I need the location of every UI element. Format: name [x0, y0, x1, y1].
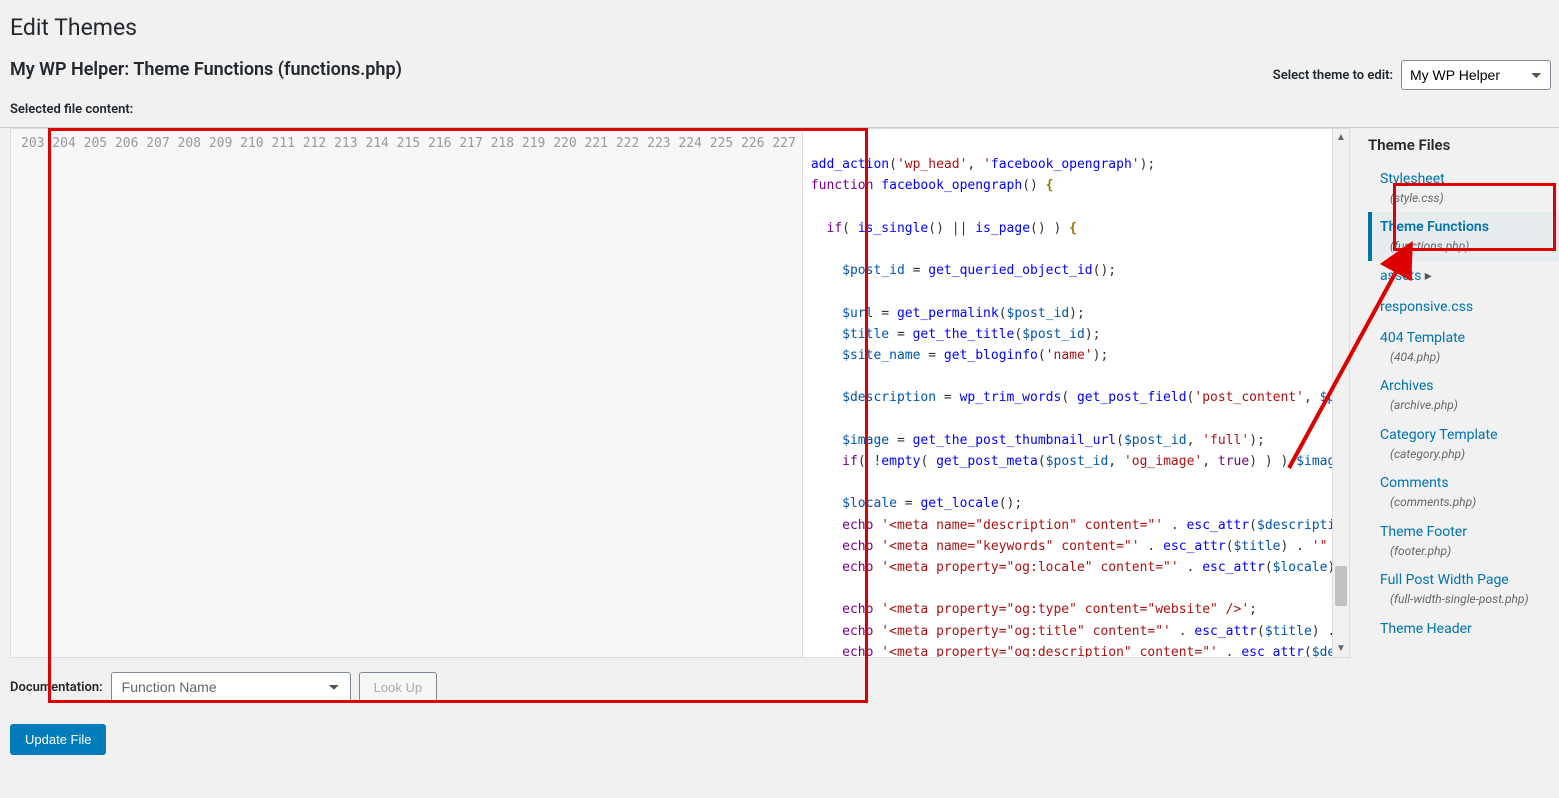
documentation-row: Documentation: Function Name Look Up — [0, 658, 1559, 710]
theme-select-dropdown[interactable]: My WP Helper — [1401, 60, 1551, 90]
file-name: responsive.css — [1380, 299, 1473, 315]
file-name: 404 Template — [1380, 330, 1465, 346]
scroll-down-arrow[interactable]: ▼ — [1333, 640, 1349, 657]
file-name: Category Template — [1380, 427, 1498, 443]
code-content[interactable]: add_action('wp_head', 'facebook_opengrap… — [803, 129, 1349, 657]
file-name: Comments — [1380, 475, 1449, 491]
documentation-select[interactable]: Function Name — [111, 672, 351, 702]
file-item-comments[interactable]: Comments (comments.php) — [1368, 468, 1559, 516]
file-path: (footer.php) — [1380, 544, 1553, 560]
file-name: Theme Functions — [1380, 219, 1489, 235]
file-path: (comments.php) — [1380, 495, 1553, 511]
file-item-full-post-width-page[interactable]: Full Post Width Page (full-width-single-p… — [1368, 565, 1559, 613]
theme-selector: Select theme to edit: My WP Helper — [1273, 60, 1551, 90]
lookup-button[interactable]: Look Up — [359, 672, 437, 702]
file-item-theme-functions[interactable]: Theme Functions (functions.php) — [1368, 212, 1559, 260]
vertical-scrollbar[interactable]: ▲ ▼ — [1332, 129, 1349, 657]
file-item-theme-header[interactable]: Theme Header — [1368, 614, 1559, 645]
file-name: Theme Footer — [1380, 524, 1467, 540]
documentation-label: Documentation: — [10, 680, 103, 695]
file-item-theme-footer[interactable]: Theme Footer (footer.php) — [1368, 517, 1559, 565]
file-item-responsive-css[interactable]: responsive.css — [1368, 292, 1559, 323]
update-file-button[interactable]: Update File — [10, 724, 106, 755]
scroll-up-arrow[interactable]: ▲ — [1333, 129, 1349, 146]
file-name: Stylesheet — [1380, 171, 1445, 187]
file-item-404-template[interactable]: 404 Template (404.php) — [1368, 323, 1559, 371]
file-path: (style.css) — [1380, 191, 1553, 207]
code-editor[interactable]: 203 204 205 206 207 208 209 210 211 212 … — [10, 128, 1350, 658]
content-label: Selected file content: — [0, 90, 1559, 121]
page-title: Edit Themes — [0, 0, 1559, 41]
file-item-stylesheet[interactable]: Stylesheet (style.css) — [1368, 164, 1559, 212]
file-path: (404.php) — [1380, 350, 1553, 366]
file-path: (full-width-single-post.php) — [1380, 592, 1553, 608]
file-name: assets — [1380, 268, 1432, 284]
file-name: Archives — [1380, 378, 1434, 394]
file-item-archives[interactable]: Archives (archive.php) — [1368, 371, 1559, 419]
line-numbers: 203 204 205 206 207 208 209 210 211 212 … — [11, 129, 803, 657]
file-path: (category.php) — [1380, 447, 1553, 463]
theme-files-sidebar: Theme Files Stylesheet (style.css) Theme F… — [1350, 128, 1559, 658]
file-item-category-template[interactable]: Category Template (category.php) — [1368, 420, 1559, 468]
scroll-thumb[interactable] — [1335, 566, 1347, 606]
scroll-track[interactable] — [1333, 146, 1349, 640]
file-list: Stylesheet (style.css) Theme Functions (fun… — [1368, 164, 1559, 645]
file-path: (archive.php) — [1380, 398, 1553, 414]
theme-select-label: Select theme to edit: — [1273, 68, 1393, 83]
file-name: Full Post Width Page — [1380, 572, 1509, 588]
file-item-assets[interactable]: assets — [1368, 261, 1559, 292]
sidebar-title: Theme Files — [1368, 128, 1559, 164]
file-name: Theme Header — [1380, 621, 1472, 637]
file-path: (functions.php) — [1380, 239, 1553, 255]
